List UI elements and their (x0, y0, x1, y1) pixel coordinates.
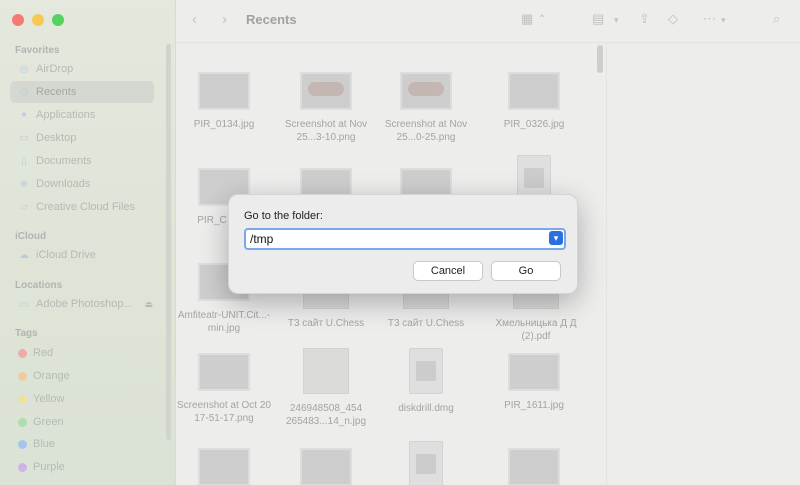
go-to-folder-dialog: Go to the folder: /tmp ▾ Cancel Go (228, 194, 578, 294)
folder-path-input[interactable]: /tmp ▾ (244, 228, 566, 250)
path-dropdown-icon[interactable]: ▾ (549, 231, 563, 245)
finder-window: Favorites ◎ AirDrop ◷ Recents ✦ Applicat… (0, 0, 800, 485)
go-button[interactable]: Go (491, 261, 561, 281)
cancel-button[interactable]: Cancel (413, 261, 483, 281)
dialog-label: Go to the folder: (244, 210, 323, 222)
folder-path-value: /tmp (250, 232, 274, 246)
